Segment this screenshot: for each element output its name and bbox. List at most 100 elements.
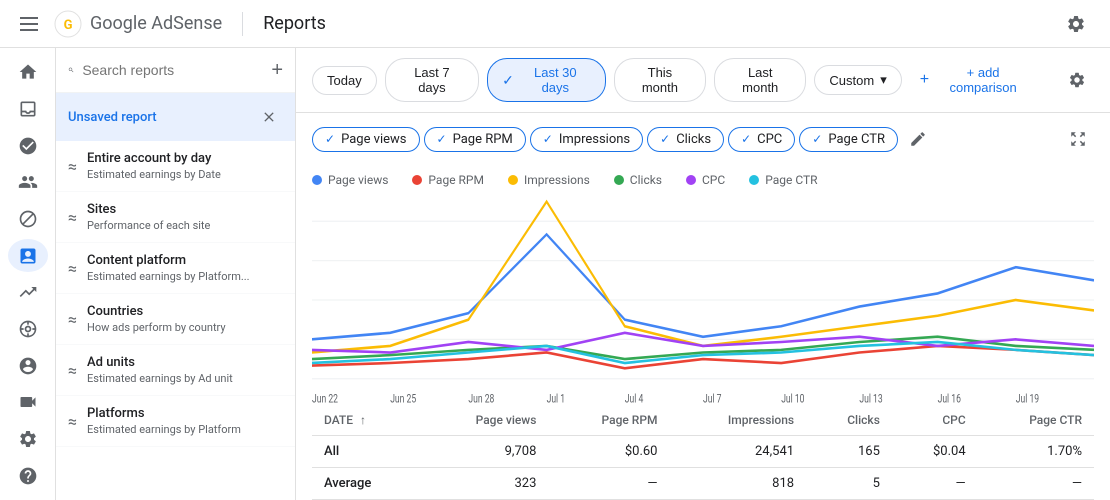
add-comparison-button[interactable]: + + add comparison [910, 59, 1043, 101]
metric-label: Page views [341, 132, 406, 147]
report-item[interactable]: ≈ Content platform Estimated earnings by… [56, 243, 295, 294]
svg-text:Jul 7: Jul 7 [703, 391, 722, 405]
search-input[interactable] [82, 62, 263, 78]
metric-check: ✓ [543, 132, 553, 146]
data-table-container: DATE ↑ Page views Page RPM Impressions C… [312, 405, 1094, 500]
svg-text:Jul 16: Jul 16 [938, 391, 961, 405]
metric-check: ✓ [437, 132, 447, 146]
metric-check: ✓ [325, 132, 335, 146]
report-item[interactable]: ≈ Sites Performance of each site ⋮ [56, 192, 295, 243]
sort-icon: ↑ [360, 413, 366, 427]
sidebar-settings2-icon[interactable] [8, 423, 48, 456]
col-impressions[interactable]: Impressions [669, 405, 806, 436]
legend-dot-pagerpm [412, 175, 422, 185]
metric-pills: ✓ Page views✓ Page RPM✓ Impressions✓ Cli… [312, 113, 1094, 165]
report-item-name: Content platform [87, 253, 255, 268]
sidebar-help-icon[interactable] [8, 459, 48, 492]
legend-label-impressions: Impressions [524, 173, 590, 187]
col-pageviews[interactable]: Page views [420, 405, 548, 436]
expand-chart-button[interactable] [1062, 123, 1094, 155]
col-pagectr[interactable]: Page CTR [978, 405, 1094, 436]
cell-label: Average [312, 468, 420, 500]
col-date[interactable]: DATE ↑ [312, 405, 420, 436]
settings-icon[interactable] [1058, 6, 1094, 42]
sidebar-people-icon[interactable] [8, 166, 48, 199]
legend-item-cpc: CPC [686, 173, 725, 187]
col-pagerpm[interactable]: Page RPM [548, 405, 669, 436]
main-layout: + Unsaved report ≈ Entire account by day… [0, 48, 1110, 500]
legend-item-impressions: Impressions [508, 173, 590, 187]
chart-container: Jun 22 Jun 25 Jun 28 Jul 1 Jul 4 Jul 7 J… [312, 195, 1094, 405]
report-item-sub: Estimated earnings by Platform [87, 423, 255, 436]
legend-dot-pageviews [312, 175, 322, 185]
logo-area: G Google AdSense [54, 10, 222, 38]
report-item[interactable]: ≈ Entire account by day Estimated earnin… [56, 141, 295, 192]
sidebar-block-icon[interactable] [8, 203, 48, 236]
legend-dot-pagectr [749, 175, 759, 185]
sidebar-inbox-icon[interactable] [8, 93, 48, 126]
cell-clicks: 5 [806, 468, 892, 500]
svg-text:Jul 1: Jul 1 [547, 391, 565, 405]
legend-label-pageviews: Page views [328, 173, 388, 187]
search-icon [68, 61, 74, 79]
adsense-logo: G [54, 10, 82, 38]
svg-text:Jun 25: Jun 25 [390, 391, 416, 405]
cell-impressions: 818 [669, 468, 806, 500]
metric-pill-cpc[interactable]: ✓ CPC [728, 127, 795, 152]
cell-impressions: 24,541 [669, 436, 806, 468]
cell-pagectr: 1.70% [978, 436, 1094, 468]
table-row: All 9,708 $0.60 24,541 165 $0.04 1.70% [312, 436, 1094, 468]
sidebar-home-icon[interactable] [8, 56, 48, 89]
sidebar-analytics-icon[interactable] [8, 276, 48, 309]
cell-pageviews: 323 [420, 468, 548, 500]
report-item[interactable]: ≈ Countries How ads perform by country ⋮ [56, 294, 295, 345]
sidebar-reports-icon[interactable] [8, 239, 48, 272]
left-panel: + Unsaved report ≈ Entire account by day… [56, 48, 296, 500]
legend-dot-clicks [614, 175, 624, 185]
app-name: Google AdSense [90, 13, 222, 34]
metric-pill-pageviews[interactable]: ✓ Page views [312, 127, 420, 152]
add-report-button[interactable]: + [271, 56, 283, 84]
sidebar-account-icon[interactable] [8, 349, 48, 382]
legend-item-clicks: Clicks [614, 173, 662, 187]
edit-metrics-button[interactable] [902, 123, 934, 155]
filter-settings-button[interactable] [1059, 62, 1094, 98]
legend-item-pagectr: Page CTR [749, 173, 817, 187]
col-cpc[interactable]: CPC [892, 405, 978, 436]
report-item[interactable]: ≈ Platforms Estimated earnings by Platfo… [56, 396, 295, 447]
metric-label: CPC [757, 132, 782, 147]
report-item-sub: Estimated earnings by Platform... [87, 270, 255, 283]
filter-thismonth-button[interactable]: This month [614, 58, 706, 102]
metric-label: Page RPM [453, 132, 513, 147]
report-item-name: Ad units [87, 355, 255, 370]
metric-pill-clicks[interactable]: ✓ Clicks [647, 127, 724, 152]
cell-cpc: — [892, 468, 978, 500]
report-item-icon-1: ≈ [68, 208, 77, 227]
filter-lastmonth-button[interactable]: Last month [714, 58, 806, 102]
filter-today-button[interactable]: Today [312, 66, 377, 95]
sidebar-video-icon[interactable] [8, 386, 48, 419]
filter-last7-button[interactable]: Last 7 days [385, 58, 479, 102]
report-item-icon-0: ≈ [68, 157, 77, 176]
filter-custom-button[interactable]: Custom ▾ [814, 65, 901, 95]
close-unsaved-button[interactable] [255, 103, 283, 131]
chart-legend: Page viewsPage RPMImpressionsClicksCPCPa… [312, 165, 1094, 195]
report-item[interactable]: ≈ Ad units Estimated earnings by Ad unit… [56, 345, 295, 396]
data-table: DATE ↑ Page views Page RPM Impressions C… [312, 405, 1094, 500]
top-nav: G Google AdSense Reports [0, 0, 1110, 48]
legend-label-cpc: CPC [702, 173, 725, 187]
report-item-sub: Estimated earnings by Date [87, 168, 255, 181]
metric-pill-pagectr[interactable]: ✓ Page CTR [799, 127, 898, 152]
sidebar-privacy-icon[interactable] [8, 129, 48, 162]
metric-pill-impressions[interactable]: ✓ Impressions [530, 127, 643, 152]
svg-text:G: G [64, 18, 73, 33]
metric-pill-pagerpm[interactable]: ✓ Page RPM [424, 127, 526, 152]
legend-dot-impressions [508, 175, 518, 185]
menu-icon[interactable] [16, 13, 42, 35]
filter-last30-button[interactable]: ✓ Last 30 days [487, 58, 606, 102]
unsaved-report-item[interactable]: Unsaved report [56, 93, 295, 141]
cell-pagerpm: $0.60 [548, 436, 669, 468]
filter-bar: Today Last 7 days ✓ Last 30 days This mo… [296, 48, 1110, 113]
sidebar-optimization-icon[interactable] [8, 313, 48, 346]
col-clicks[interactable]: Clicks [806, 405, 892, 436]
